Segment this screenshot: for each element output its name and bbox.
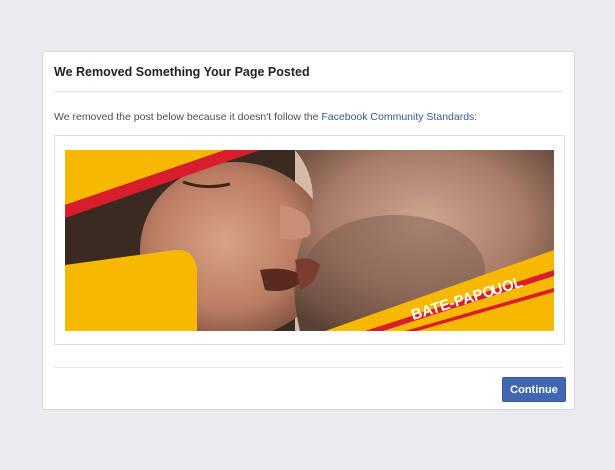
post-image: BATE-PAPO UOL xyxy=(65,150,554,331)
removal-message: We removed the post below because it doe… xyxy=(54,111,477,123)
message-text: We removed the post below because it doe… xyxy=(54,111,322,123)
continue-button[interactable]: Continue xyxy=(502,377,566,402)
removed-post-preview: BATE-PAPO UOL xyxy=(54,135,565,345)
dialog-title: We Removed Something Your Page Posted xyxy=(54,65,310,79)
removed-post-dialog: We Removed Something Your Page Posted We… xyxy=(42,51,575,410)
header-divider xyxy=(54,91,563,92)
message-colon: : xyxy=(474,111,478,123)
community-standards-link[interactable]: Facebook Community Standards xyxy=(321,111,474,123)
footer-divider xyxy=(54,367,563,368)
